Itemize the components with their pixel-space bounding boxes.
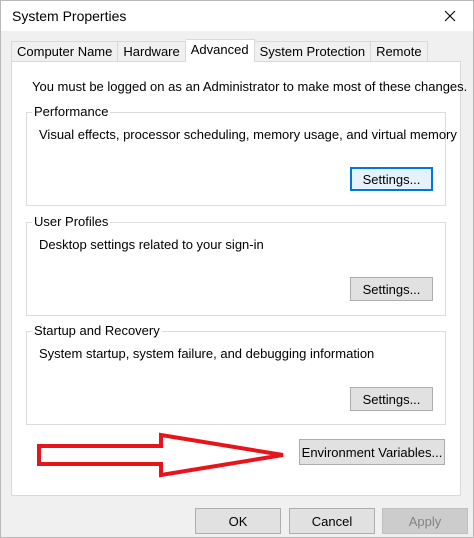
user-profiles-legend: User Profiles: [32, 214, 111, 229]
tab-system-protection[interactable]: System Protection: [254, 41, 372, 62]
tab-remote[interactable]: Remote: [371, 41, 428, 62]
close-button[interactable]: [427, 1, 473, 31]
performance-legend: Performance: [32, 104, 111, 119]
apply-button[interactable]: Apply: [382, 508, 468, 534]
startup-recovery-legend: Startup and Recovery: [32, 323, 162, 338]
red-arrow-annotation: [37, 432, 284, 478]
tab-strip: Computer Name Hardware Advanced System P…: [11, 39, 428, 62]
cancel-button[interactable]: Cancel: [289, 508, 375, 534]
startup-recovery-description: System startup, system failure, and debu…: [39, 346, 375, 361]
performance-group: Performance Visual effects, processor sc…: [26, 104, 457, 206]
admin-notice: You must be logged on as an Administrato…: [32, 79, 468, 94]
system-properties-window: System Properties Computer Name Hardware…: [0, 0, 474, 538]
title-bar[interactable]: System Properties: [1, 1, 473, 31]
ok-button[interactable]: OK: [195, 508, 281, 534]
tab-advanced[interactable]: Advanced: [185, 39, 255, 62]
user-profiles-description: Desktop settings related to your sign-in: [39, 237, 264, 252]
window-title: System Properties: [12, 8, 127, 24]
close-icon: [444, 10, 456, 22]
user-profiles-group: User Profiles Desktop settings related t…: [26, 214, 446, 316]
user-profiles-settings-button[interactable]: Settings...: [350, 277, 433, 301]
tab-hardware[interactable]: Hardware: [118, 41, 186, 62]
performance-description: Visual effects, processor scheduling, me…: [39, 127, 457, 142]
startup-recovery-group: Startup and Recovery System startup, sys…: [26, 323, 446, 425]
performance-settings-button[interactable]: Settings...: [350, 167, 433, 191]
startup-recovery-settings-button[interactable]: Settings...: [350, 387, 433, 411]
environment-variables-button[interactable]: Environment Variables...: [299, 439, 445, 465]
tab-computer-name[interactable]: Computer Name: [11, 41, 119, 62]
